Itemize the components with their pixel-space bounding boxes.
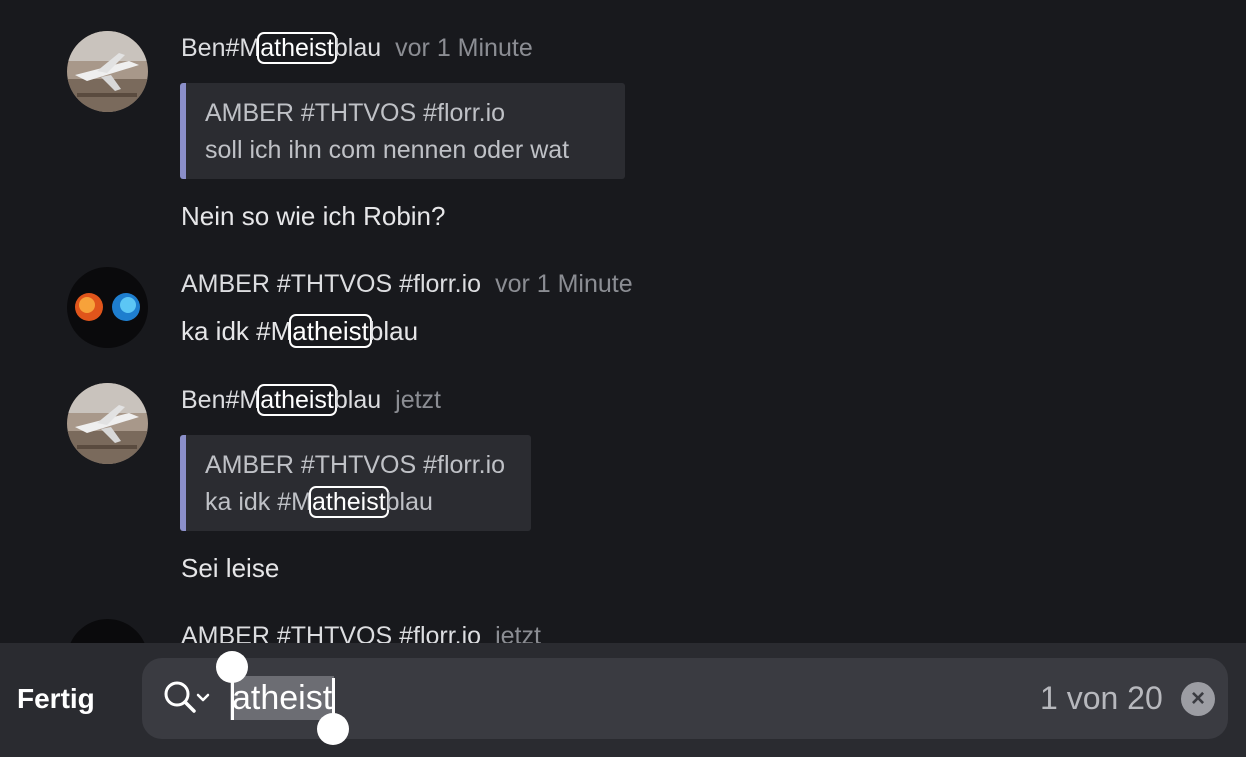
message-header: AMBER #THTVOS #florr.io jetzt: [181, 620, 541, 643]
avatar[interactable]: [67, 619, 148, 643]
message-body: Sei leise: [181, 553, 280, 583]
match-counter: 1 von 20: [1040, 680, 1163, 716]
message-header: AMBER #THTVOS #florr.io vor 1 Minute: [181, 268, 633, 300]
avatar[interactable]: [67, 31, 148, 112]
find-bar: Fertig atheist 1 von 20 ×: [0, 643, 1246, 757]
timestamp: vor 1 Minute: [495, 270, 633, 298]
avatar-plane-image: [67, 31, 148, 112]
author-name[interactable]: AMBER #THTVOS #florr.io: [181, 622, 481, 643]
done-button[interactable]: Fertig: [17, 679, 95, 719]
quote-text: ka idk #Matheistblau: [205, 486, 433, 518]
quote-text: soll ich ihn com nennen oder wat: [205, 136, 570, 164]
reply-quote[interactable]: AMBER #THTVOS #florr.io ka idk #Matheist…: [180, 435, 531, 531]
timestamp: jetzt: [495, 622, 541, 643]
message-header: Ben#Matheistblau jetzt: [181, 384, 441, 416]
author-name[interactable]: Ben#Matheistblau: [181, 32, 381, 64]
avatar[interactable]: [67, 383, 148, 464]
chat-log: Ben#Matheistblau vor 1 Minute AMBER #THTV…: [0, 0, 1246, 643]
quote-author: AMBER #THTVOS #florr.io: [205, 99, 506, 127]
magnifier-chevron-icon[interactable]: [162, 678, 214, 718]
avatar-fire-ice-image: [67, 267, 148, 348]
author-name[interactable]: Ben#Matheistblau: [181, 384, 381, 416]
avatar[interactable]: [67, 267, 148, 348]
avatar-fire-ice-image: [67, 619, 148, 643]
clear-x-icon[interactable]: ×: [1181, 682, 1215, 716]
search-highlight: atheist: [257, 32, 337, 64]
message-body: Nein so wie ich Robin?: [181, 201, 446, 231]
selection-handle-end[interactable]: [317, 713, 349, 745]
selection-handle-start[interactable]: [216, 651, 248, 683]
avatar-plane-image: [67, 383, 148, 464]
find-search-field[interactable]: atheist 1 von 20 ×: [142, 651, 1228, 745]
search-highlight: atheist: [308, 486, 389, 518]
timestamp: vor 1 Minute: [395, 34, 533, 62]
search-highlight: atheist: [257, 384, 337, 416]
find-query-text[interactable]: atheist: [230, 676, 335, 720]
message-header: Ben#Matheistblau vor 1 Minute: [181, 32, 533, 64]
search-highlight: atheist: [289, 314, 372, 348]
timestamp: jetzt: [395, 386, 442, 414]
author-name[interactable]: AMBER #THTVOS #florr.io: [181, 270, 481, 298]
selection-caret-start: [231, 680, 234, 720]
quote-author: AMBER #THTVOS #florr.io: [205, 451, 506, 479]
reply-quote[interactable]: AMBER #THTVOS #florr.io soll ich ihn com…: [180, 83, 625, 179]
message-body: ka idk #Matheistblau: [181, 314, 419, 348]
